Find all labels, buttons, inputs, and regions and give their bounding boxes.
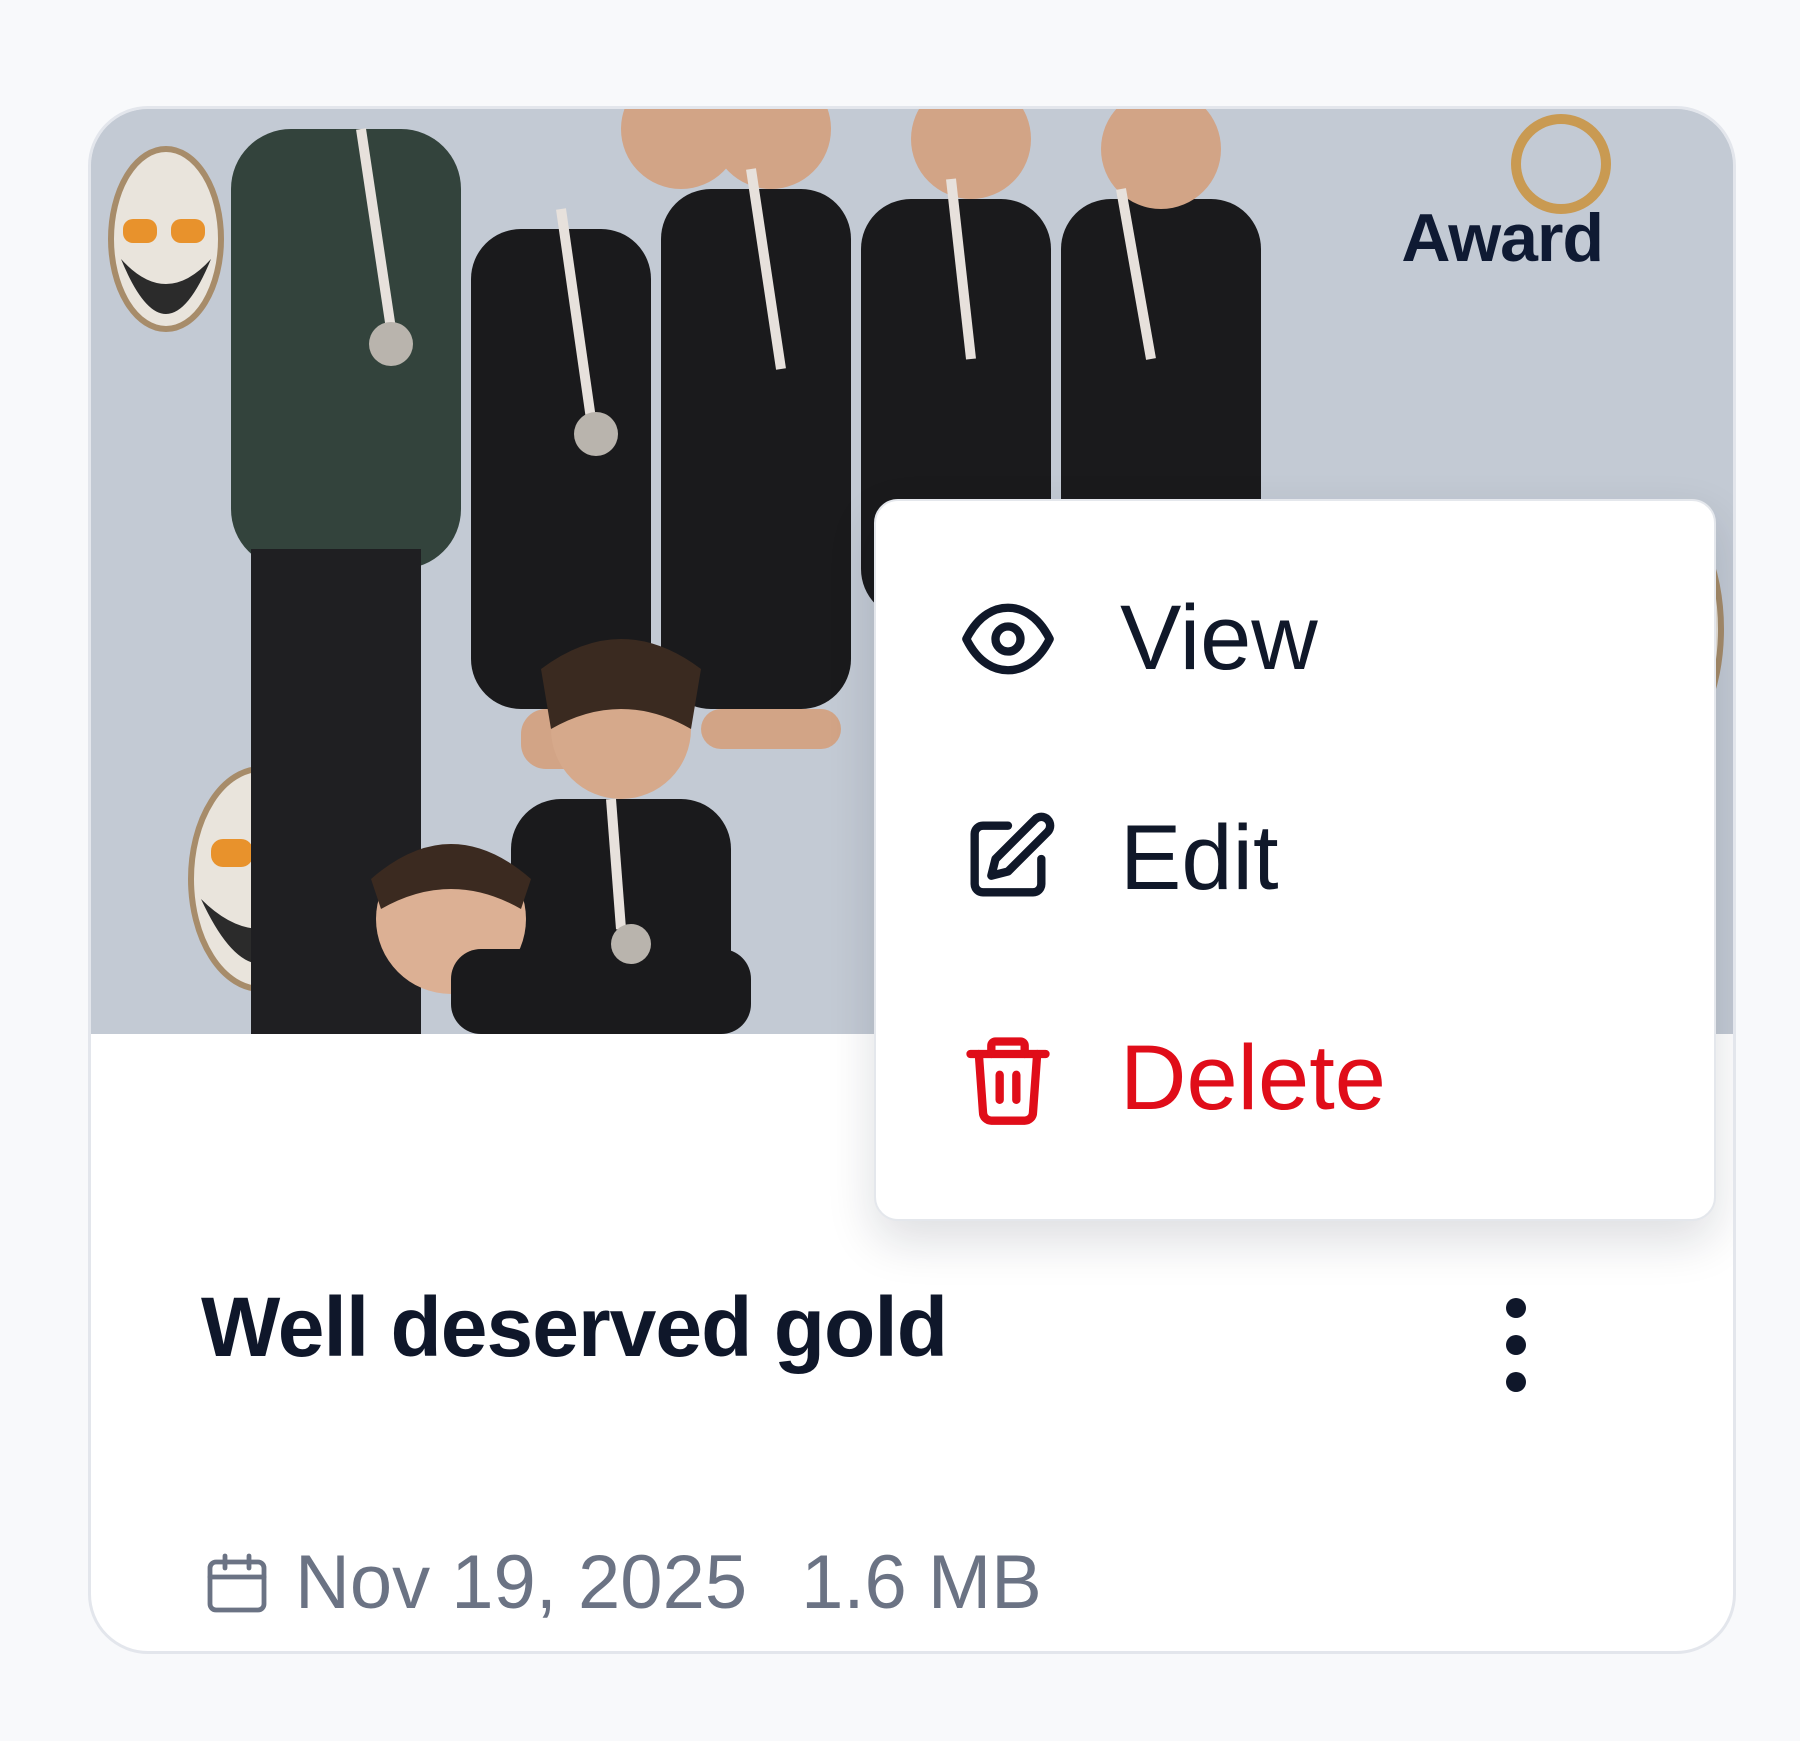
menu-item-label: View xyxy=(1120,587,1318,689)
media-meta: Nov 19, 2025 1.6 MB xyxy=(201,1539,1042,1626)
menu-item-view[interactable]: View xyxy=(958,586,1318,691)
more-vertical-icon-dot xyxy=(1506,1298,1526,1318)
category-label: Award xyxy=(1401,200,1604,276)
context-menu: View Edit Delete xyxy=(874,499,1716,1221)
menu-item-delete[interactable]: Delete xyxy=(958,1026,1386,1131)
calendar-icon xyxy=(207,1553,267,1612)
media-card[interactable]: Award Well deserved gold Nov 19, 2025 1.… xyxy=(88,106,1736,1654)
menu-item-label: Edit xyxy=(1120,807,1279,909)
more-options-button[interactable] xyxy=(1486,1290,1546,1400)
menu-item-edit[interactable]: Edit xyxy=(958,806,1279,911)
media-title: Well deserved gold xyxy=(201,1280,948,1374)
eye-icon xyxy=(962,603,1054,674)
more-vertical-icon-dot xyxy=(1506,1335,1526,1355)
edit-icon xyxy=(970,812,1055,896)
more-vertical-icon-dot xyxy=(1506,1372,1526,1392)
menu-item-label: Delete xyxy=(1120,1027,1386,1129)
upload-date: Nov 19, 2025 xyxy=(295,1540,748,1625)
trash-icon xyxy=(966,1036,1050,1125)
file-size: 1.6 MB xyxy=(801,1540,1042,1625)
